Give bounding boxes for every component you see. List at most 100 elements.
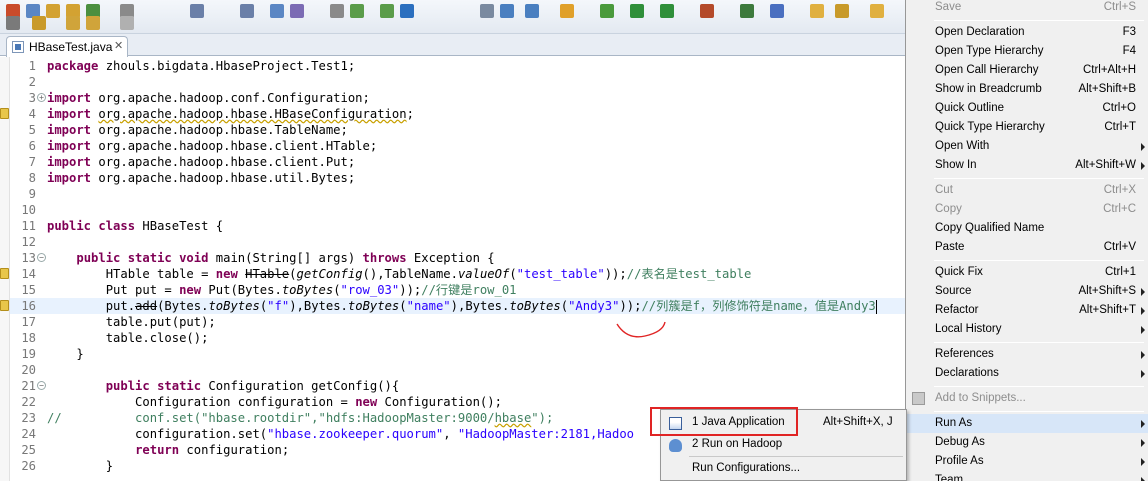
menu-item-paste[interactable]: Paste Ctrl+V (906, 238, 1148, 257)
save-icon[interactable] (32, 16, 46, 30)
warning-marker-icon[interactable] (0, 268, 9, 279)
code-text: import org.apache.hadoop.hbase.HBaseConf… (47, 107, 414, 121)
line-number: 20 (21, 363, 36, 377)
forward-icon[interactable] (270, 4, 284, 18)
code-line[interactable]: 12 (10, 234, 905, 250)
menu-item-local-history[interactable]: Local History (906, 320, 1148, 339)
menu-item-quick-fix[interactable]: Quick Fix Ctrl+1 (906, 263, 1148, 282)
fold-toggle-icon[interactable]: − (37, 253, 46, 262)
code-line[interactable]: 17 table.put(put); (10, 314, 905, 330)
search-icon[interactable] (190, 4, 204, 18)
menu-item-copy-qualified-name[interactable]: Copy Qualified Name (906, 219, 1148, 238)
line-number: 21 (21, 379, 36, 393)
tab-hbasetest-java[interactable]: HBaseTest.java ✕ (6, 36, 128, 57)
code-line[interactable]: 1 package zhouls.bigdata.HbaseProject.Tes… (10, 58, 905, 74)
fold-toggle-icon[interactable]: + (37, 93, 46, 102)
java-file-icon (12, 41, 24, 53)
menu-item-open-call-hierarchy[interactable]: Open Call Hierarchy Ctrl+Alt+H (906, 61, 1148, 80)
forward-icon[interactable] (870, 4, 884, 18)
code-line[interactable]: 10 (10, 202, 905, 218)
warning-marker-icon[interactable] (0, 300, 9, 311)
code-line[interactable]: 21− public static Configuration getConfi… (10, 378, 905, 394)
line-number: 5 (28, 123, 36, 137)
code-text: import org.apache.hadoop.hbase.util.Byte… (47, 171, 356, 185)
print-icon[interactable] (350, 4, 364, 18)
print-icon[interactable] (66, 16, 80, 30)
menu-item-show-in[interactable]: Show In Alt+Shift+W (906, 156, 1148, 175)
debug-icon[interactable] (400, 4, 414, 18)
back-icon[interactable] (835, 4, 849, 18)
code-line[interactable]: 4 import org.apache.hadoop.hbase.HBaseCon… (10, 106, 905, 122)
line-number: 3 (28, 91, 36, 105)
menu-item-quick-type-hierarchy[interactable]: Quick Type Hierarchy Ctrl+T (906, 118, 1148, 137)
menu-item-cut[interactable]: Cut Ctrl+X (906, 181, 1148, 200)
submenu-item-2-run-on-hadoop[interactable]: 2 Run on Hadoop (662, 434, 906, 456)
close-tab-icon[interactable]: ✕ (114, 39, 123, 52)
forward-icon[interactable] (560, 4, 574, 18)
menu-item-label: Debug As (935, 436, 985, 448)
back-icon[interactable] (240, 4, 254, 18)
code-line[interactable]: 3 + import org.apache.hadoop.conf.Configur… (10, 90, 905, 106)
menu-item-quick-outline[interactable]: Quick Outline Ctrl+O (906, 99, 1148, 118)
code-line[interactable]: 2 (10, 74, 905, 90)
search-icon[interactable] (500, 4, 514, 18)
code-line[interactable]: 20 (10, 362, 905, 378)
menu-item-debug-as[interactable]: Debug As (906, 433, 1148, 452)
menu-item-label: Copy (935, 203, 962, 215)
menu-item-copy[interactable]: Copy Ctrl+C (906, 200, 1148, 219)
menu-item-show-in-breadcrumb[interactable]: Show in Breadcrumb Alt+Shift+B (906, 80, 1148, 99)
menu-item-label: Quick Fix (935, 266, 983, 278)
code-text: return configuration; (135, 443, 290, 457)
external-tools-icon[interactable] (480, 4, 494, 18)
code-line[interactable]: 6 import org.apache.hadoop.hbase.client.H… (10, 138, 905, 154)
code-line[interactable]: 15 Put put = new Put(Bytes.toBytes("row_… (10, 282, 905, 298)
menu-item-run-as[interactable]: Run As (906, 414, 1148, 433)
code-line[interactable]: 19 } (10, 346, 905, 362)
menu-item-profile-as[interactable]: Profile As (906, 452, 1148, 471)
menu-item-save[interactable]: Save Ctrl+S (906, 0, 1148, 17)
menu-item-source[interactable]: Source Alt+Shift+S (906, 282, 1148, 301)
folder-icon[interactable] (86, 16, 100, 30)
print-icon[interactable] (660, 4, 674, 18)
folder-icon[interactable] (380, 4, 394, 18)
menu-item-open-declaration[interactable]: Open Declaration F3 (906, 23, 1148, 42)
new-icon[interactable] (600, 4, 614, 18)
menu-item-refactor[interactable]: Refactor Alt+Shift+T (906, 301, 1148, 320)
save-icon[interactable] (330, 4, 344, 18)
menu-item-references[interactable]: References (906, 345, 1148, 364)
save-icon[interactable] (630, 4, 644, 18)
code-line[interactable]: 5 import org.apache.hadoop.hbase.TableNam… (10, 122, 905, 138)
menu-item-label: Refactor (935, 304, 979, 316)
code-line[interactable]: 8 import org.apache.hadoop.hbase.util.Byt… (10, 170, 905, 186)
line-number: 2 (28, 75, 36, 89)
external-tools-icon[interactable] (770, 4, 784, 18)
back-icon[interactable] (525, 4, 539, 18)
code-line[interactable]: 14 HTable table = new HTable(getConfig()… (10, 266, 905, 282)
menu-item-open-type-hierarchy[interactable]: Open Type Hierarchy F4 (906, 42, 1148, 61)
code-line[interactable]: 9 (10, 186, 905, 202)
menu-item-team[interactable]: Team (906, 471, 1148, 481)
code-line[interactable]: 7 import org.apache.hadoop.hbase.client.P… (10, 154, 905, 170)
submenu-arrow-icon (1141, 326, 1145, 334)
fold-toggle-icon[interactable]: − (37, 381, 46, 390)
code-line[interactable]: 16 put.add(Bytes.toBytes("f"),Bytes.toBy… (10, 298, 905, 314)
submenu-arrow-icon (1141, 143, 1145, 151)
menu-item-open-with[interactable]: Open With (906, 137, 1148, 156)
code-line[interactable]: 18 table.close(); (10, 330, 905, 346)
code-line[interactable]: 11 public class HBaseTest { (10, 218, 905, 234)
menu-item-add-to-snippets[interactable]: Add to Snippets... (906, 389, 1148, 408)
code-line[interactable]: 13− public static void main(String[] arg… (10, 250, 905, 266)
print-icon[interactable] (46, 4, 60, 18)
submenu-item-run-configurations[interactable]: Run Configurations... (662, 458, 906, 480)
new-icon[interactable] (290, 4, 304, 18)
main-toolbar (0, 0, 905, 34)
warning-marker-icon[interactable] (0, 108, 9, 119)
line-number: 16 (21, 299, 36, 313)
new-icon[interactable] (6, 16, 20, 30)
debug-icon[interactable] (120, 16, 134, 30)
debug-icon[interactable] (740, 4, 754, 18)
menu-item-declarations[interactable]: Declarations (906, 364, 1148, 383)
search-icon[interactable] (810, 4, 824, 18)
folder-icon[interactable] (700, 4, 714, 18)
menu-item-label: Source (935, 285, 972, 297)
